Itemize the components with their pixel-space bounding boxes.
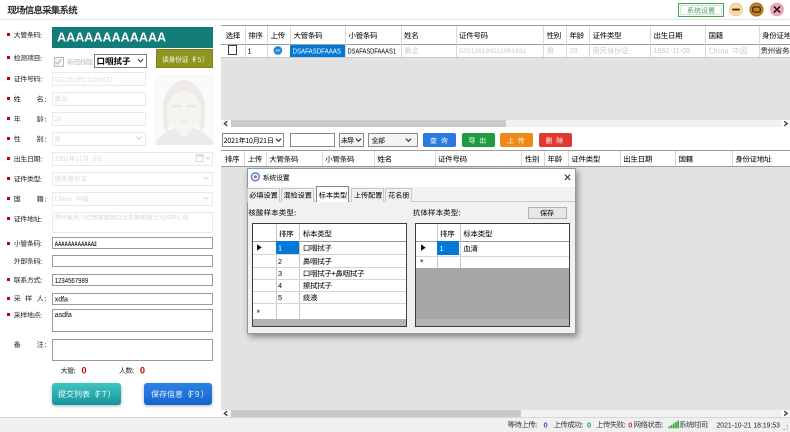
svg-text:0: 0 [140,366,145,376]
svg-text:0: 0 [82,366,87,376]
